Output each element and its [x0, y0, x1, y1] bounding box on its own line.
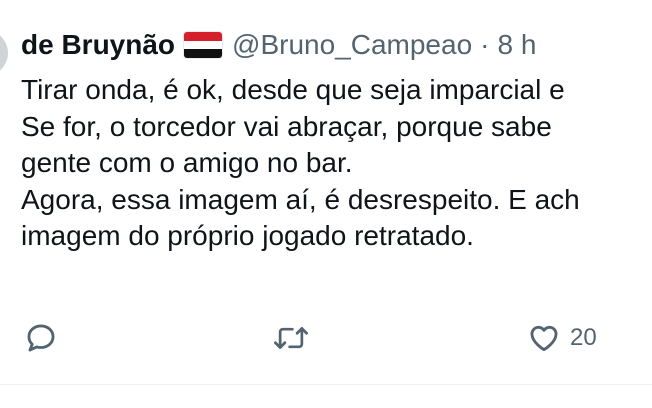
divider — [0, 384, 652, 385]
yemen-flag-icon — [184, 32, 223, 58]
reply-icon — [27, 324, 55, 352]
reply-button[interactable] — [24, 318, 58, 358]
retweet-icon — [274, 327, 308, 349]
timestamp[interactable]: 8 h — [497, 26, 536, 64]
tweet-actions: 20 — [0, 318, 652, 358]
tweet-card[interactable]: de Bruynão @Bruno_Campeao · 8 h Tirar on… — [0, 0, 652, 408]
display-name[interactable]: de Bruynão — [21, 26, 175, 64]
retweet-button[interactable] — [272, 318, 310, 358]
heart-icon — [530, 325, 558, 352]
user-handle[interactable]: @Bruno_Campeao — [232, 26, 472, 64]
tweet-header: de Bruynão @Bruno_Campeao · 8 h — [21, 26, 536, 64]
like-button[interactable]: 20 — [527, 318, 597, 358]
tweet-text-line: gente com o amigo no bar. — [21, 147, 353, 178]
tweet-text-line: imagem do próprio jogado retratado. — [21, 220, 474, 251]
tweet-text-line: Se for, o torcedor vai abraçar, porque s… — [21, 110, 552, 142]
avatar[interactable] — [0, 30, 8, 76]
tweet-text-line: Tirar onda, é ok, desde que seja imparci… — [21, 74, 565, 105]
separator-dot: · — [480, 29, 490, 60]
tweet-text: Tirar onda, é ok, desde que seja imparci… — [21, 72, 652, 255]
tweet-text-line: Agora, essa imagem aí, é desrespeito. E … — [21, 183, 580, 215]
like-count: 20 — [570, 324, 597, 351]
